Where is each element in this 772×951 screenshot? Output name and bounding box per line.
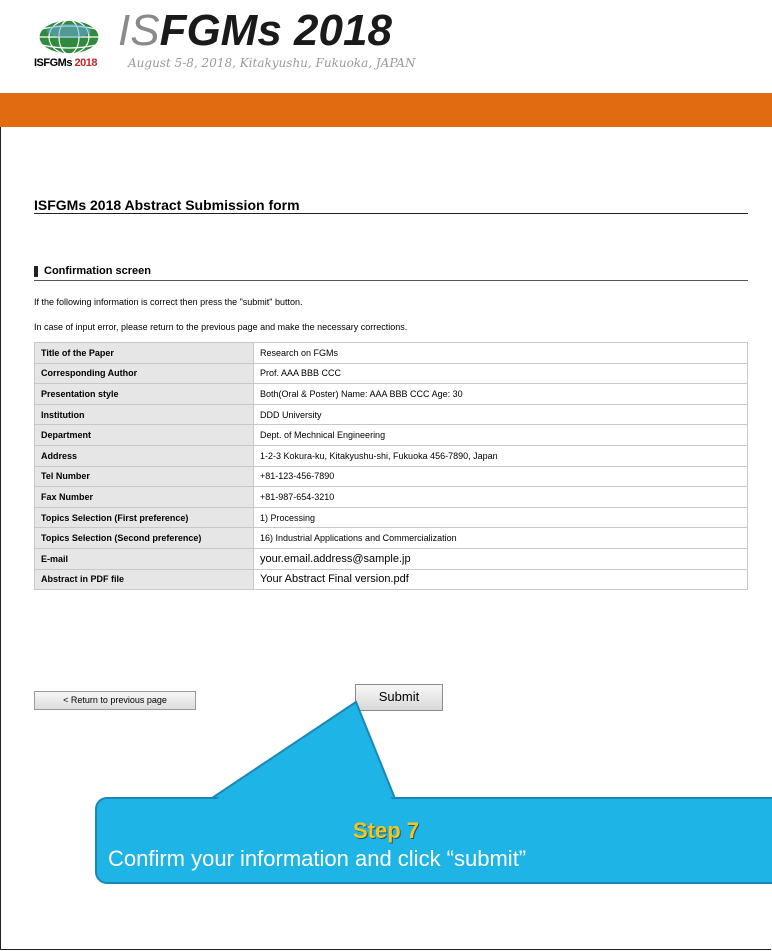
table-row: Tel Number +81-123-456-7890 [34, 465, 748, 488]
row-value: 16) Industrial Applications and Commerci… [253, 527, 748, 549]
section-heading: Confirmation screen [34, 265, 151, 277]
table-row: Title of the Paper Research on FGMs [34, 342, 748, 364]
orange-nav-band [0, 93, 772, 127]
form-title: ISFGMs 2018 Abstract Submission form [34, 197, 300, 213]
row-value: 1-2-3 Kokura-ku, Kitakyushu-shi, Fukuoka… [253, 444, 748, 467]
row-value: Dept. of Mechnical Engineering [253, 424, 748, 446]
callout-description: Confirm your information and click “subm… [108, 846, 527, 871]
conference-date-location: August 5-8, 2018, Kitakyushu, Fukuoka, J… [128, 56, 416, 70]
row-value: Research on FGMs [253, 342, 748, 364]
row-label: Department [34, 424, 254, 446]
table-row: Presentation style Both(Oral & Poster) Na… [34, 383, 748, 405]
row-value: Prof. AAA BBB CCC [253, 362, 748, 385]
callout-step-label: Step 7 [352, 818, 420, 843]
section-divider [34, 280, 748, 281]
table-row: Topics Selection (First preference) 1) Pr… [34, 506, 748, 529]
table-row: Abstract in PDF file Your Abstract Final … [34, 568, 748, 591]
row-label: Abstract in PDF file [34, 568, 254, 591]
row-label: Tel Number [34, 465, 254, 488]
row-label: Fax Number [34, 486, 254, 508]
instruction-text: In case of input error, please return to… [34, 322, 408, 332]
submit-button[interactable]: Submit [355, 684, 443, 711]
logo-caption: ISFGMs 2018 [34, 57, 98, 69]
row-label: Topics Selection (Second preference) [34, 527, 254, 549]
table-row: Topics Selection (Second preference) 16) … [34, 527, 748, 549]
row-value: Both(Oral & Poster) Name: AAA BBB CCC Ag… [253, 383, 748, 405]
table-row: Address 1-2-3 Kokura-ku, Kitakyushu-shi, … [34, 444, 748, 467]
row-label: Address [34, 444, 254, 467]
section-marker-icon [34, 265, 38, 277]
row-label: Presentation style [34, 383, 254, 405]
return-previous-button[interactable]: < Return to previous page [34, 691, 196, 710]
confirmation-table: Title of the Paper Research on FGMs Corres… [34, 342, 748, 591]
row-value: +81-987-654-3210 [253, 486, 748, 508]
table-row: Corresponding Author Prof. AAA BBB CCC [34, 362, 748, 385]
row-value: 1) Processing [253, 506, 748, 529]
title-divider [34, 213, 748, 214]
table-row: Department Dept. of Mechnical Engineering [34, 424, 748, 446]
row-value: Your Abstract Final version.pdf [253, 568, 748, 591]
row-value: DDD University [253, 403, 748, 426]
table-row: Institution DDD University [34, 403, 748, 426]
conference-title: ISFGMs 2018 [118, 6, 392, 55]
row-value: +81-123-456-7890 [253, 465, 748, 488]
row-label: Topics Selection (First preference) [34, 506, 254, 529]
site-header: ISFGMs 2018 ISFGMs 2018 August 5-8, 2018… [0, 0, 772, 93]
row-label: E-mail [34, 547, 254, 570]
row-label: Corresponding Author [34, 362, 254, 385]
row-label: Institution [34, 403, 254, 426]
row-value: your.email.address@sample.jp [253, 547, 748, 570]
row-label: Title of the Paper [34, 342, 254, 364]
table-row: E-mail your.email.address@sample.jp [34, 547, 748, 570]
instruction-text: If the following information is correct … [34, 297, 303, 307]
table-row: Fax Number +81-987-654-3210 [34, 486, 748, 508]
